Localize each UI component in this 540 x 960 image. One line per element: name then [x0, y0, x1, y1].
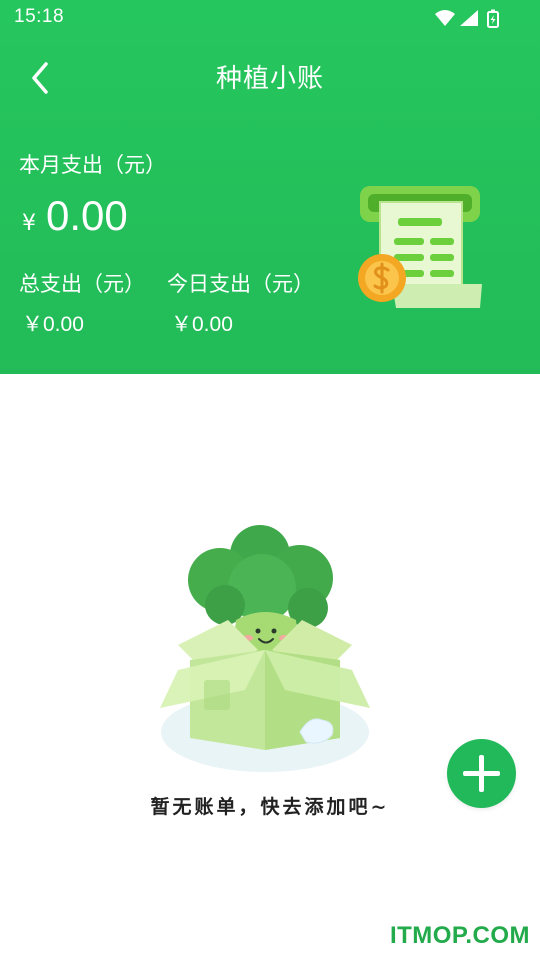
month-expense-label: 本月支出（元） — [19, 153, 166, 177]
status-icons — [435, 9, 499, 28]
add-record-button[interactable] — [447, 739, 516, 808]
receipt-icon — [358, 186, 482, 308]
today-expense-label: 今日支出（元） — [167, 272, 314, 296]
watermark: ITMOP.COM — [389, 922, 530, 949]
signal-icon — [460, 10, 478, 26]
currency-symbol: ¥ — [22, 211, 36, 236]
status-time: 15:18 — [14, 6, 65, 27]
summary-header: 15:18 种植小账 本月支出（元） ¥ 0.00 总支出（元） 今日支出（元）… — [0, 0, 540, 374]
battery-icon — [487, 9, 499, 28]
month-expense-value: 0.00 — [46, 192, 128, 239]
broccoli-in-box-illustration — [160, 525, 370, 772]
status-bar: 15:18 — [0, 0, 540, 36]
page-title: 种植小账 — [215, 64, 324, 94]
today-expense-amount: ￥0.00 — [171, 313, 233, 336]
wifi-icon — [435, 10, 455, 26]
total-expense-label: 总支出（元） — [19, 272, 145, 296]
total-expense-amount: ￥0.00 — [22, 313, 84, 336]
month-expense-amount: ¥ 0.00 — [22, 192, 128, 240]
